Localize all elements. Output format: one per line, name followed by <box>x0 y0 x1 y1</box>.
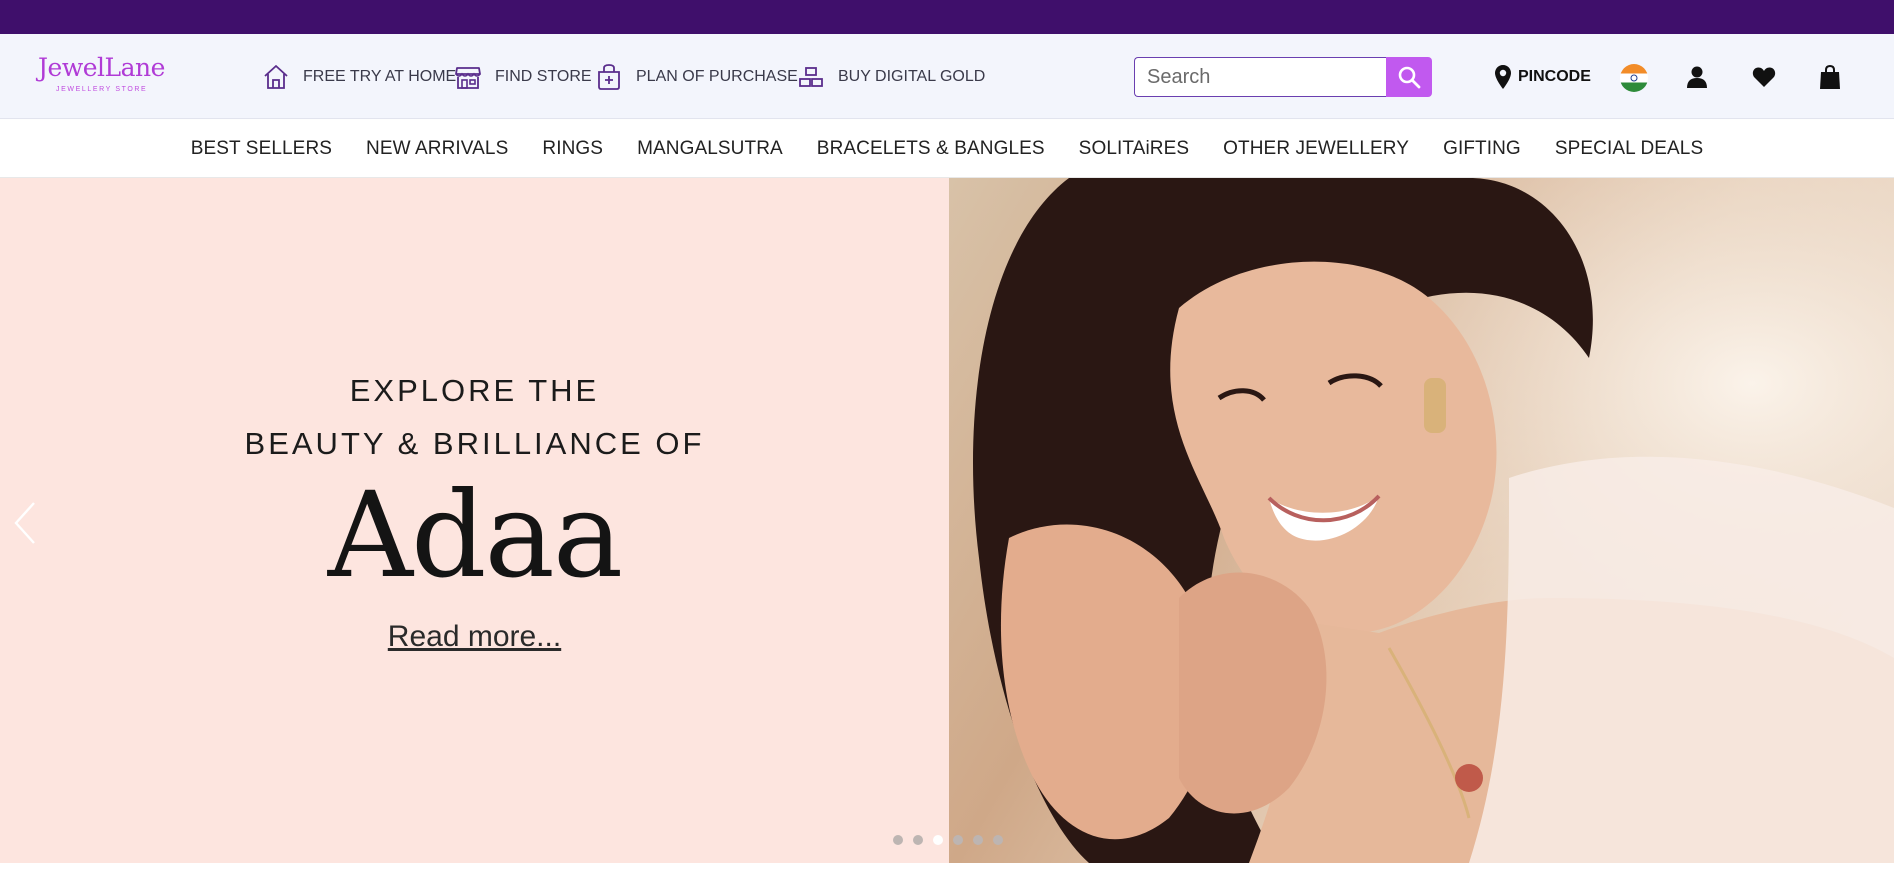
search-input[interactable] <box>1134 57 1387 97</box>
hero-headline-line1: EXPLORE THE <box>349 373 600 408</box>
carousel-dot[interactable] <box>913 835 923 845</box>
free-try-at-home-label: FREE TRY AT HOME <box>303 68 457 85</box>
search-icon <box>1398 66 1421 89</box>
hero-text-panel: EXPLORE THE BEAUTY & BRILLIANCE OF Adaa … <box>0 178 949 863</box>
nav-item-best-sellers[interactable]: BEST SELLERS <box>191 138 332 160</box>
plan-purchase-icon <box>598 64 620 90</box>
free-try-at-home-link[interactable]: FREE TRY AT HOME <box>261 62 456 92</box>
plan-of-purchase-link[interactable]: PLAN OF PURCHASE <box>594 62 798 92</box>
plan-of-purchase-label: PLAN OF PURCHASE <box>636 68 798 85</box>
store-icon <box>455 67 481 89</box>
find-store-label: FIND STORE <box>495 68 592 85</box>
model-photo-placeholder <box>949 178 1894 863</box>
pincode-selector[interactable]: PINCODE <box>1494 64 1591 90</box>
buy-digital-gold-link[interactable]: BUY DIGITAL GOLD <box>796 62 985 92</box>
nav-item-other-jewellery[interactable]: OTHER JEWELLERY <box>1223 138 1409 160</box>
brand-tagline: JEWELLERY STORE <box>56 86 148 93</box>
carousel-indicator <box>893 835 1013 845</box>
nav-item-gifting[interactable]: GIFTING <box>1443 138 1521 160</box>
nav-item-mangalsutra[interactable]: MANGALSUTRA <box>637 138 783 160</box>
carousel-dot[interactable] <box>953 835 963 845</box>
nav-item-rings[interactable]: RINGS <box>542 138 603 160</box>
nav-item-special-deals[interactable]: SPECIAL DEALS <box>1555 138 1703 160</box>
carousel-prev-button[interactable] <box>10 500 40 546</box>
main-category-nav: BEST SELLERS NEW ARRIVALS RINGS MANGALSU… <box>0 120 1894 178</box>
find-store-link[interactable]: FIND STORE <box>453 62 592 92</box>
hero-model-image <box>949 178 1894 863</box>
nav-item-new-arrivals[interactable]: NEW ARRIVALS <box>366 138 508 160</box>
india-flag-icon[interactable] <box>1620 64 1648 92</box>
brand-logo[interactable]: JewelLane JEWELLERY STORE <box>38 54 168 100</box>
brand-name: JewelLane <box>38 53 165 82</box>
buy-digital-gold-label: BUY DIGITAL GOLD <box>838 68 986 85</box>
top-announcement-strip <box>0 0 1894 34</box>
carousel-dot[interactable] <box>993 835 1003 845</box>
search-button[interactable] <box>1386 57 1432 97</box>
pincode-label: PINCODE <box>1518 68 1591 85</box>
carousel-dot[interactable] <box>893 835 903 845</box>
nav-item-solitaires[interactable]: SOLITAiRES <box>1079 138 1189 160</box>
hero-banner-carousel: EXPLORE THE BEAUTY & BRILLIANCE OF Adaa … <box>0 178 1894 863</box>
carousel-dot-active[interactable] <box>933 835 943 845</box>
nav-item-bracelets-bangles[interactable]: BRACELETS & BANGLES <box>817 138 1045 160</box>
carousel-dot[interactable] <box>973 835 983 845</box>
heart-icon[interactable] <box>1750 63 1778 91</box>
read-more-link[interactable]: Read more... <box>0 620 949 654</box>
home-icon <box>264 65 288 89</box>
gold-bars-icon <box>799 67 823 87</box>
map-pin-icon <box>1495 65 1511 89</box>
hero-headline-line2: BEAUTY & BRILLIANCE OF <box>244 426 705 461</box>
chevron-left-icon <box>14 502 35 544</box>
page-below-fold <box>0 863 1894 886</box>
shopping-bag-icon[interactable] <box>1816 63 1844 91</box>
user-icon[interactable] <box>1683 63 1711 91</box>
hero-collection-name: Adaa <box>327 466 623 604</box>
site-header: JewelLane JEWELLERY STORE FREE TRY AT HO… <box>0 34 1894 119</box>
